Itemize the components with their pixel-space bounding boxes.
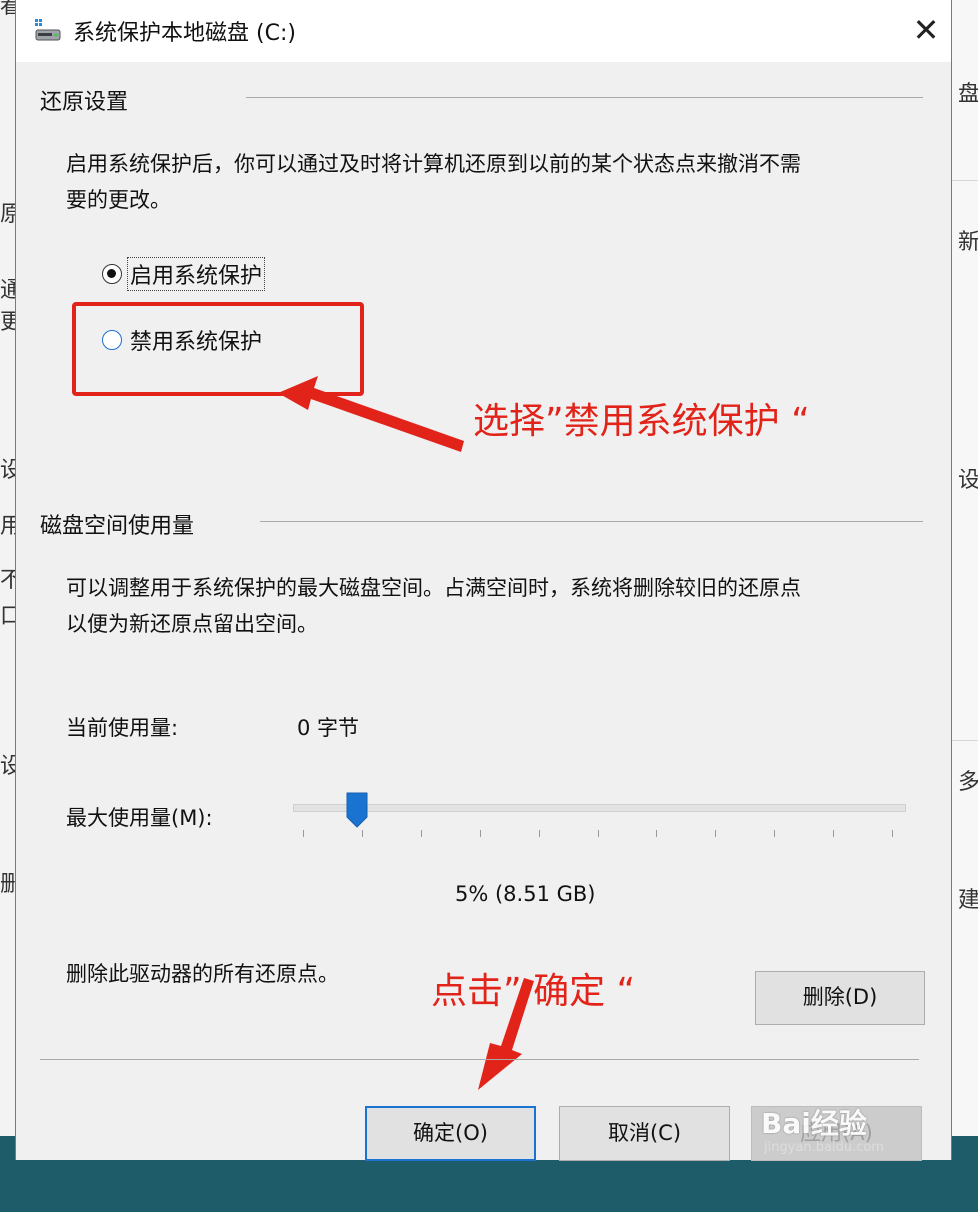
background-text: 新 [958,230,978,255]
slider-tick [892,830,893,837]
background-window-left: 看 原 通 更 设 用 不 口 设 删 [0,0,22,1212]
annotation-select-disable: 选择”禁用系统保护 “ [473,401,810,442]
disk-description-line: 可以调整用于系统保护的最大磁盘空间。占满空间时，系统将删除较旧的还原点 [66,576,801,600]
max-usage-value: 5% (8.51 GB) [455,882,596,906]
footer-divider [40,1059,919,1060]
current-usage-value: 0 字节 [297,716,360,740]
slider-tick [833,830,835,837]
system-protection-dialog: 系统保护本地磁盘 (C:) ✕ 还原设置 启用系统保护后，你可以通过及时将计算机… [15,0,952,1161]
slider-tick [597,830,599,837]
slider-tick [656,830,658,837]
slider-tick [361,830,363,837]
disk-description-line: 以便为新还原点留出空间。 [66,612,318,636]
background-text: 多 [958,770,978,795]
background-text: 建 [958,888,978,913]
disk-space-description: 可以调整用于系统保护的最大磁盘空间。占满空间时，系统将删除较旧的还原点 以便为新… [66,570,801,642]
disk-space-title: 磁盘空间使用量 [40,514,195,539]
background-window-right: 盘 新 设 多 建 [950,0,978,1212]
slider-thumb[interactable] [346,792,368,828]
background-text: 设 [958,468,978,493]
max-usage-label: 最大使用量(M): [66,806,213,830]
max-usage-slider-track[interactable] [293,804,906,812]
slider-tick [774,830,776,837]
baidu-watermark-url: jingyan.baidu.com [764,1140,884,1155]
slider-tick [420,830,422,837]
arrow-to-disable-option [278,376,464,452]
group-divider [260,521,923,522]
slider-tick [715,830,717,837]
delete-button[interactable]: 删除(D) [755,971,925,1025]
baidu-watermark: Bai经验 [761,1107,867,1140]
delete-restore-points-label: 删除此驱动器的所有还原点。 [66,962,339,986]
background-text: 盘 [958,82,978,107]
annotation-click-ok: 点击” 确定 “ [431,971,636,1012]
cancel-button[interactable]: 取消(C) [559,1106,730,1161]
slider-tick [479,830,481,837]
current-usage-label: 当前使用量: [66,716,179,740]
slider-tick [538,830,540,837]
ok-button[interactable]: 确定(O) [365,1106,536,1161]
slider-tick [303,830,304,837]
